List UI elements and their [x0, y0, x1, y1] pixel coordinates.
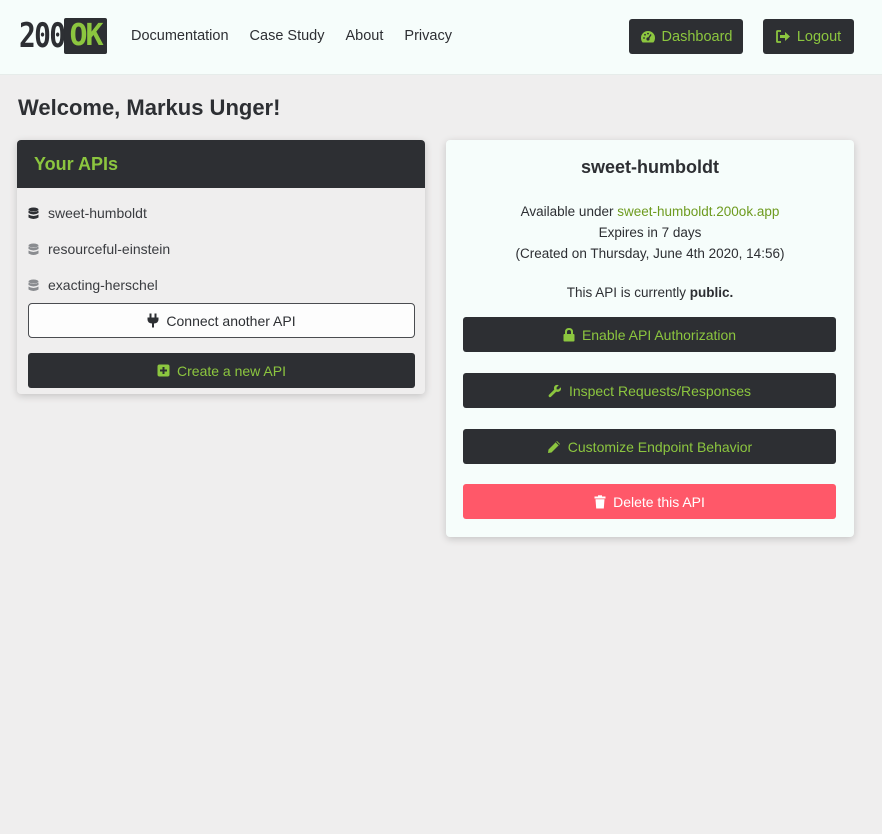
api-list-item-label: resourceful-einstein — [48, 241, 171, 257]
apis-panel-title: Your APIs — [17, 140, 425, 188]
api-list-item-label: sweet-humboldt — [48, 205, 147, 221]
nav-link-documentation[interactable]: Documentation — [131, 28, 229, 44]
logo-ok-badge: OK — [64, 18, 107, 54]
connect-api-label: Connect another API — [166, 312, 296, 329]
api-detail-panel: sweet-humboldt Available under sweet-hum… — [446, 140, 854, 537]
nav-links: Documentation Case Study About Privacy — [131, 28, 473, 44]
api-url-link[interactable]: sweet-humboldt.200ok.app — [617, 204, 779, 219]
plug-icon — [147, 313, 159, 328]
delete-api-label: Delete this API — [613, 493, 705, 510]
logout-icon — [775, 30, 790, 43]
api-detail-title: sweet-humboldt — [581, 157, 719, 177]
api-list-item[interactable]: exacting-herschel — [17, 267, 425, 303]
api-availability: Available under sweet-humboldt.200ok.app — [446, 201, 854, 222]
api-list-item[interactable]: resourceful-einstein — [17, 231, 425, 267]
logout-label: Logout — [796, 28, 842, 45]
pencil-icon — [547, 440, 560, 453]
database-icon — [28, 207, 39, 219]
trash-icon — [594, 494, 606, 508]
api-created: (Created on Thursday, June 4th 2020, 14:… — [515, 246, 785, 261]
customize-endpoint-label: Customize Endpoint Behavior — [567, 438, 753, 455]
visibility-prefix: This API is currently — [566, 285, 687, 300]
inspect-requests-button[interactable]: Inspect Requests/Responses — [463, 373, 836, 408]
dashboard-icon — [640, 30, 655, 42]
nav-link-privacy[interactable]: Privacy — [404, 28, 452, 44]
apis-panel: Your APIs sweet-humboldt resourceful-ein… — [17, 140, 425, 394]
create-api-button[interactable]: Create a new API — [28, 353, 415, 388]
enable-authorization-label: Enable API Authorization — [581, 326, 737, 343]
enable-authorization-button[interactable]: Enable API Authorization — [463, 317, 836, 352]
connect-api-button[interactable]: Connect another API — [28, 303, 415, 338]
customize-endpoint-button[interactable]: Customize Endpoint Behavior — [463, 429, 836, 464]
api-list-item-label: exacting-herschel — [48, 277, 158, 293]
nav-link-case-study[interactable]: Case Study — [250, 28, 325, 44]
nav-link-about[interactable]: About — [346, 28, 384, 44]
brand-logo[interactable]: 200 OK — [19, 16, 107, 56]
plus-square-icon — [157, 364, 170, 377]
api-list: sweet-humboldt resourceful-einstein exac… — [17, 188, 425, 303]
dashboard-button[interactable]: Dashboard — [629, 19, 743, 54]
database-icon — [28, 279, 39, 291]
page-title: Welcome, Markus Unger! — [18, 95, 281, 120]
delete-api-button[interactable]: Delete this API — [463, 484, 836, 519]
api-visibility-status: This API is currently public. — [446, 285, 854, 300]
available-prefix: Available under — [520, 204, 614, 219]
dashboard-label: Dashboard — [661, 28, 733, 45]
logout-button[interactable]: Logout — [763, 19, 854, 54]
api-detail-info: Available under sweet-humboldt.200ok.app… — [446, 201, 854, 264]
database-icon — [28, 243, 39, 255]
lock-icon — [563, 327, 575, 341]
create-api-label: Create a new API — [177, 362, 286, 379]
api-list-item[interactable]: sweet-humboldt — [17, 195, 425, 231]
visibility-value: public. — [689, 285, 734, 300]
api-expiry: Expires in 7 days — [598, 225, 702, 240]
top-navbar: 200 OK Documentation Case Study About Pr… — [0, 0, 882, 75]
wrench-icon — [548, 384, 561, 397]
inspect-requests-label: Inspect Requests/Responses — [568, 382, 752, 399]
logo-number: 200 — [19, 16, 66, 56]
